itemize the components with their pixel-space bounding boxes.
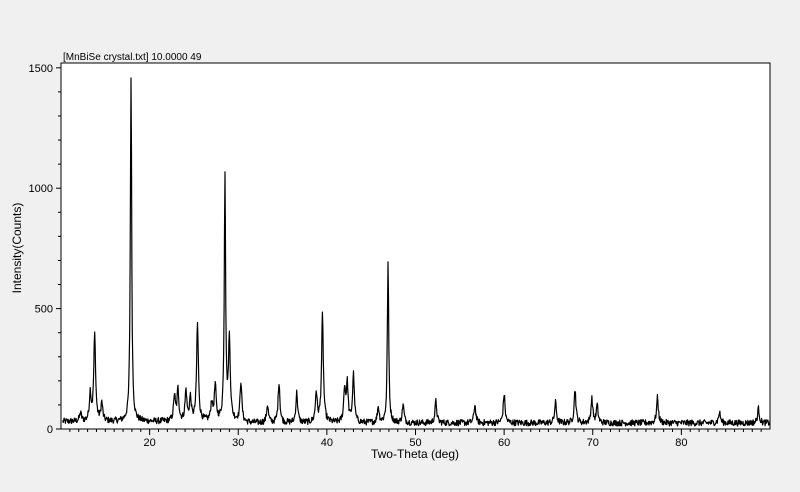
x-axis-label: Two-Theta (deg): [371, 447, 459, 461]
x-tick-label: 80: [675, 437, 687, 449]
chart-header: [MnBiSe crystal.txt] 10.0000 49: [63, 52, 202, 63]
y-tick-label: 1500: [29, 63, 53, 75]
y-tick-label: 500: [35, 304, 53, 316]
x-tick-label: 20: [144, 437, 156, 449]
y-tick-label: 0: [47, 424, 53, 436]
y-tick-label: 1000: [29, 183, 53, 195]
x-tick-label: 70: [587, 437, 599, 449]
x-tick-label: 40: [321, 437, 333, 449]
x-tick-label: 60: [498, 437, 510, 449]
y-axis-label: Intensity(Counts): [10, 203, 24, 294]
x-tick-label: 30: [232, 437, 244, 449]
plot-area: [60, 62, 771, 430]
xrd-chart: [MnBiSe crystal.txt] 10.0000 49 0 500 1000…: [0, 0, 800, 492]
